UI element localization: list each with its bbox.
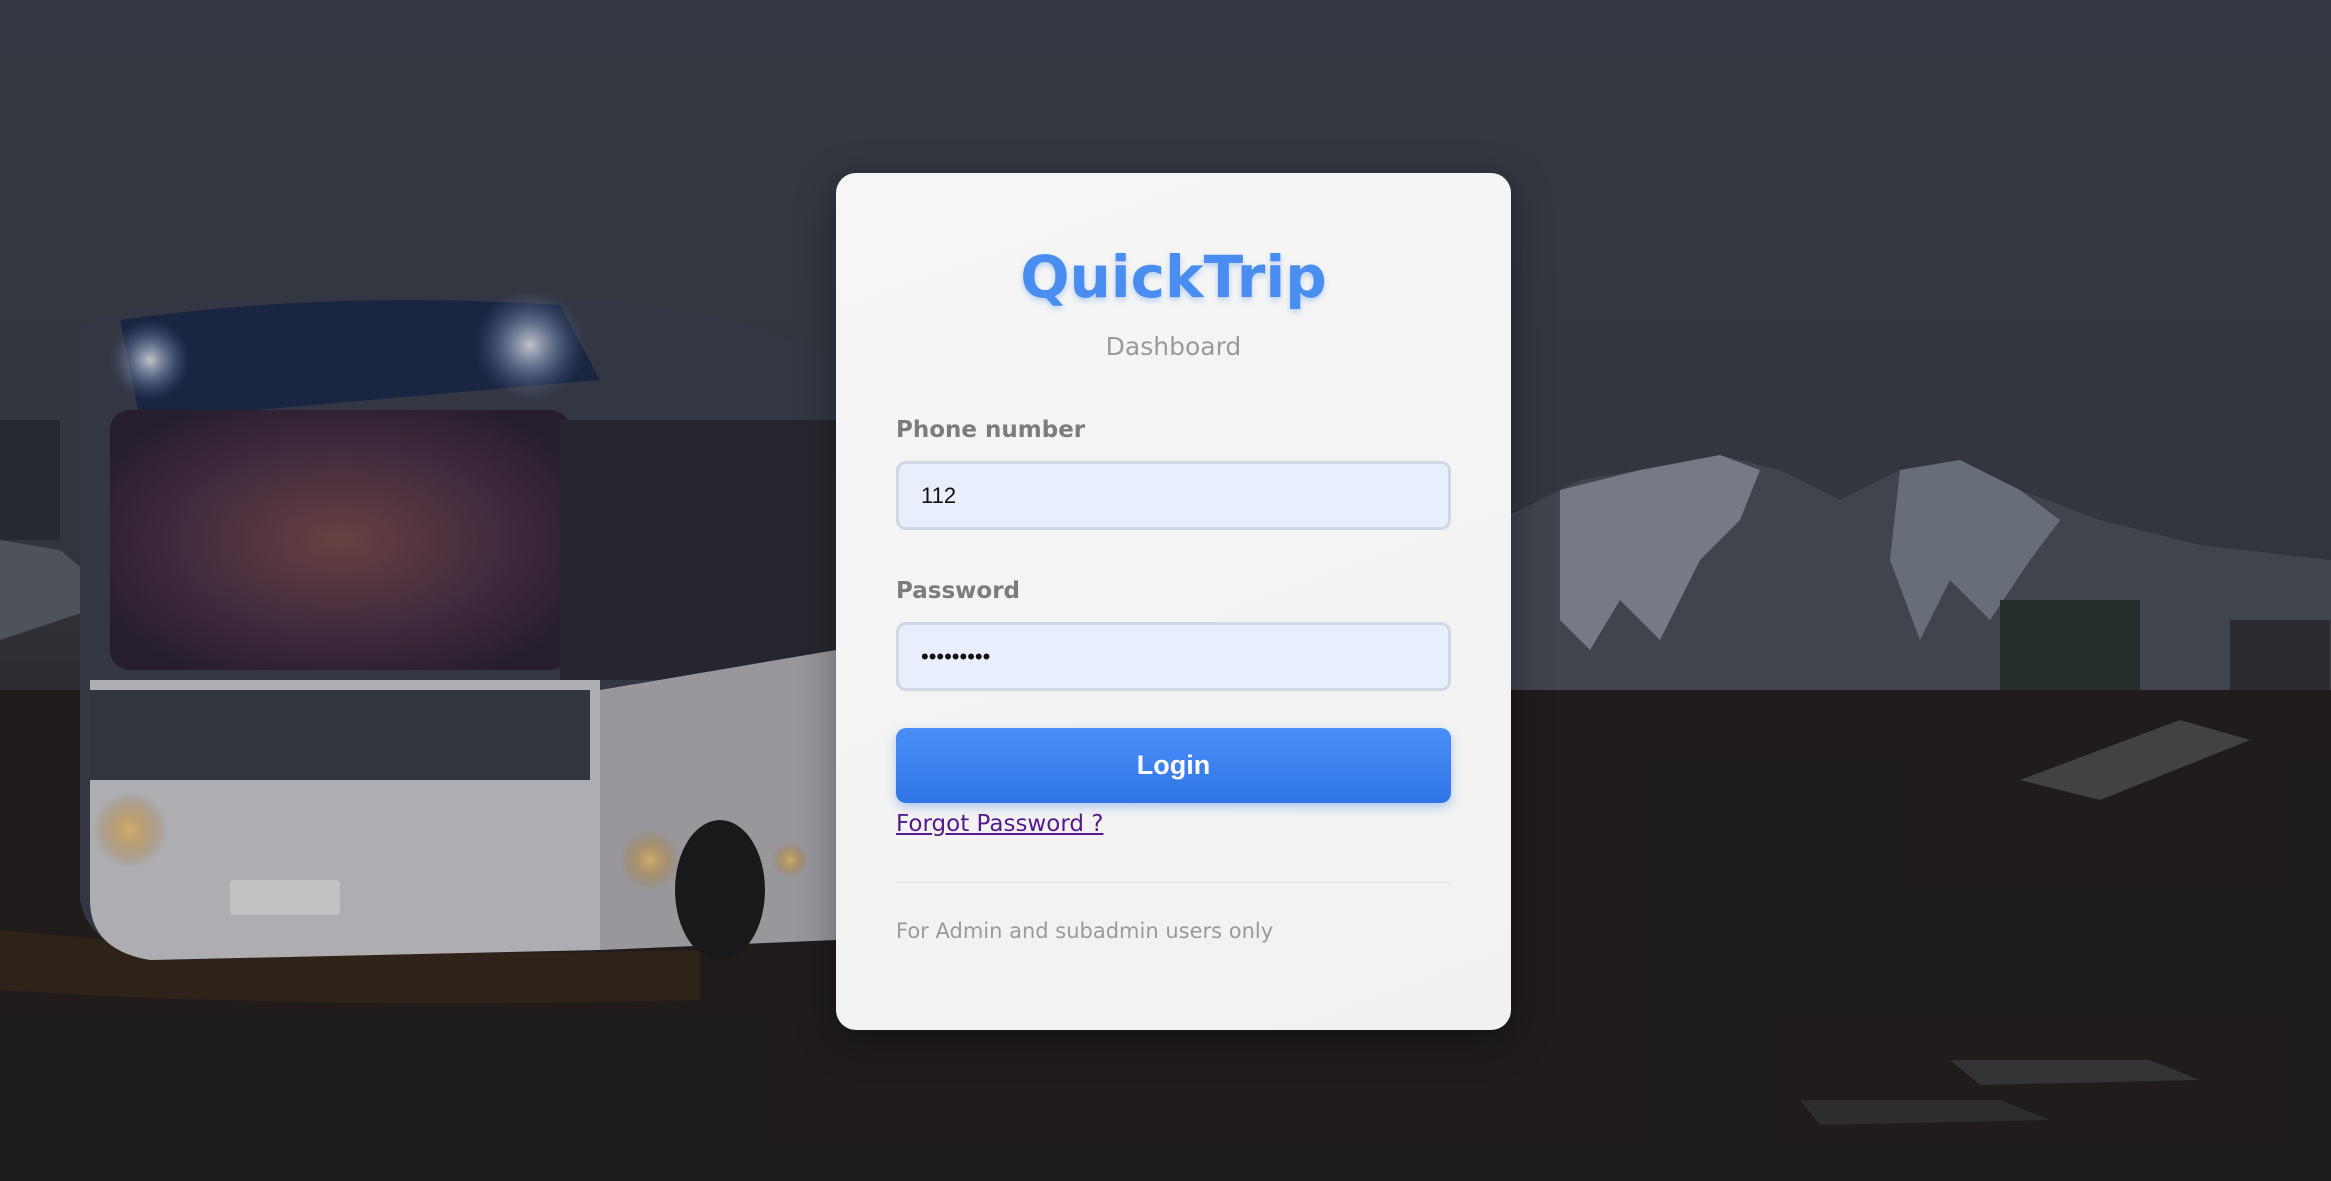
forgot-password-link[interactable]: Forgot Password ?: [896, 811, 1103, 837]
password-input[interactable]: [896, 622, 1451, 691]
login-card: QuickTrip Dashboard Phone number Passwor…: [836, 173, 1511, 1030]
phone-label: Phone number: [896, 417, 1086, 443]
app-subtitle: Dashboard: [1105, 332, 1242, 361]
phone-input[interactable]: [896, 461, 1451, 530]
app-title: QuickTrip: [1020, 243, 1327, 311]
divider: [896, 882, 1451, 883]
login-button[interactable]: Login: [896, 728, 1451, 803]
admin-only-note: For Admin and subadmin users only: [896, 919, 1274, 943]
password-label: Password: [896, 578, 1020, 604]
